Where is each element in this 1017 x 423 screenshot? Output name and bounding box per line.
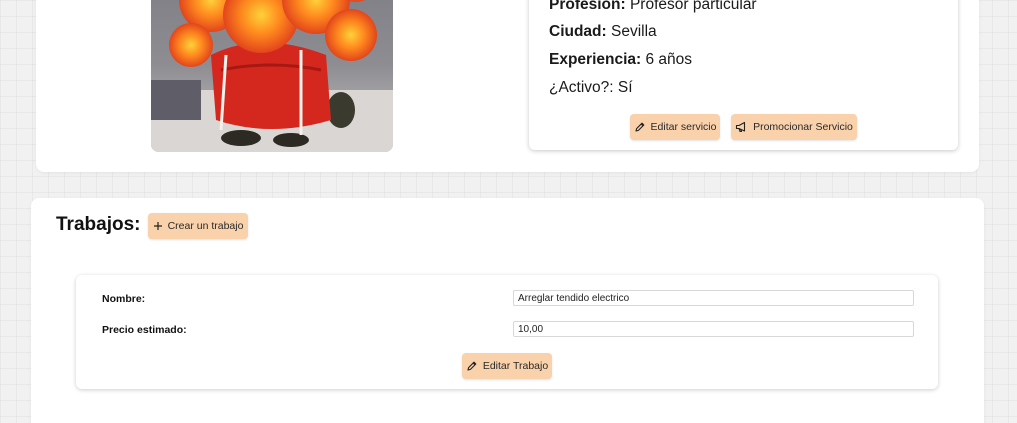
experience-line: Experiencia: 6 años [549,51,692,69]
job-price-label: Precio estimado: [102,324,187,336]
profession-line: Profesión: Profesor particular [549,0,757,14]
create-job-button[interactable]: Crear un trabajo [148,213,248,239]
profession-value: Profesor particular [625,0,757,13]
pencil-icon [634,121,646,133]
experience-value: 6 años [641,51,693,68]
profession-label: Profesión: [549,0,626,13]
jobs-section: Trabajos: Crear un trabajo Nombre: Arreg… [31,198,984,423]
city-line: Ciudad: Sevilla [549,23,657,41]
edit-service-button[interactable]: Editar servicio [630,114,720,140]
service-photo [151,0,393,152]
promote-service-label: Promocionar Servicio [753,121,853,133]
city-label: Ciudad: [549,23,607,40]
edit-service-label: Editar servicio [650,121,717,133]
job-card: Nombre: Arreglar tendido electrico Preci… [76,275,938,389]
experience-label: Experiencia: [549,51,642,68]
active-label: ¿Activo?: [549,79,614,96]
create-job-label: Crear un trabajo [167,220,244,232]
service-info-card: Profesión: Profesor particular Ciudad: S… [529,0,958,150]
jobs-title: Trabajos: [56,214,141,235]
edit-job-button[interactable]: Editar Trabajo [462,353,552,379]
job-name-label: Nombre: [102,293,146,305]
job-price-field[interactable]: 10,00 [513,321,914,337]
active-value: Sí [613,79,633,96]
job-name-field[interactable]: Arreglar tendido electrico [513,290,914,306]
plus-icon [153,221,163,231]
edit-job-label: Editar Trabajo [482,360,549,372]
megaphone-icon [735,121,748,133]
pencil-icon [466,360,478,372]
active-line: ¿Activo?: Sí [549,79,633,97]
promote-service-button[interactable]: Promocionar Servicio [731,114,857,140]
city-value: Sevilla [606,23,657,40]
